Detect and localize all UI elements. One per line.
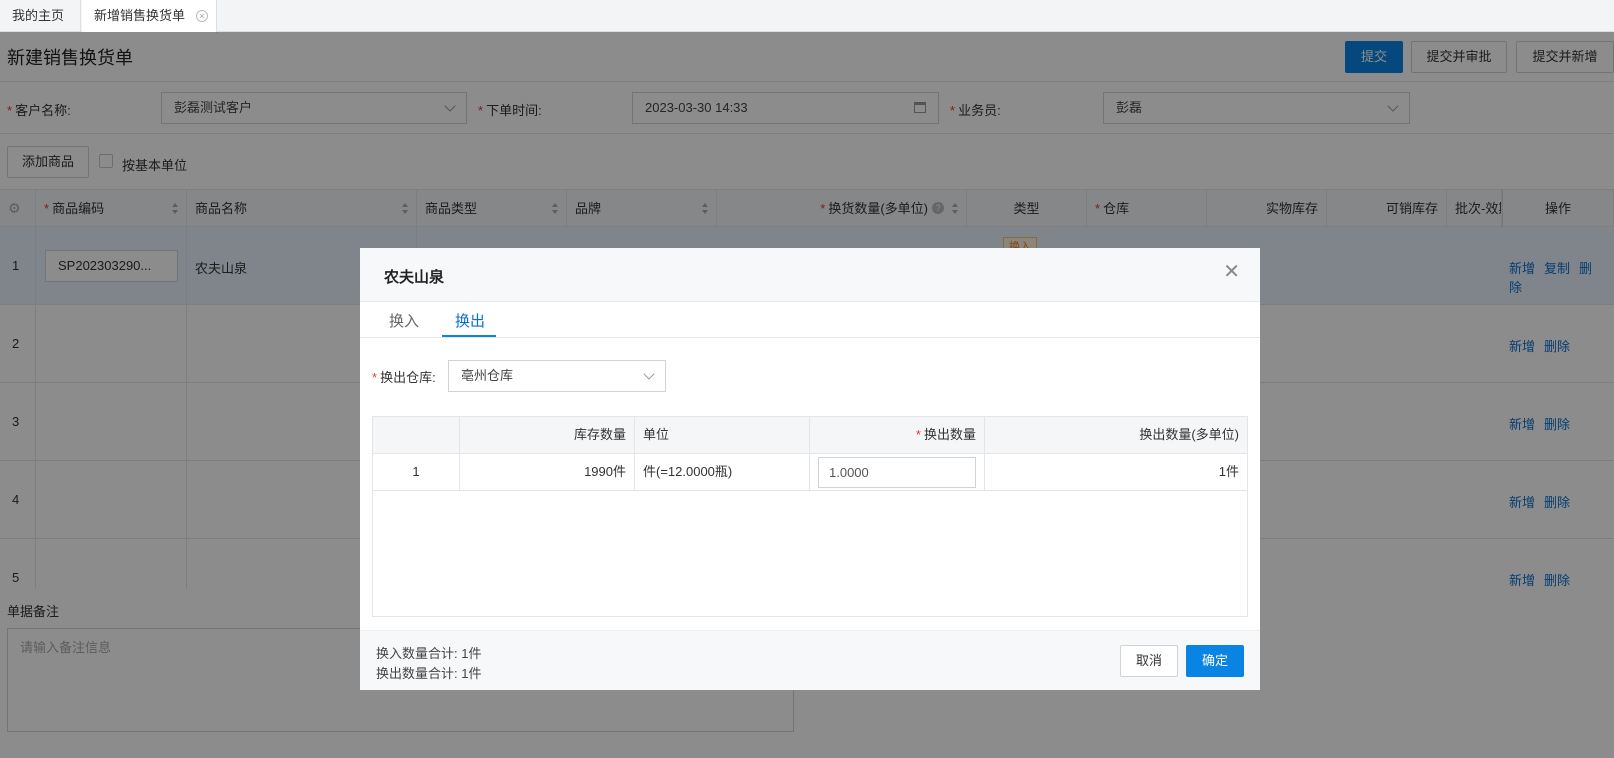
tab-indicator [442, 335, 496, 337]
cancel-button[interactable]: 取消 [1120, 645, 1178, 677]
warehouse-select[interactable]: 亳州仓库 [448, 360, 666, 392]
stock-qty: 1990件 [460, 454, 635, 491]
ok-button[interactable]: 确定 [1186, 645, 1244, 677]
tab-new-exchange-order[interactable]: 新增销售换货单 × [82, 0, 217, 33]
modal-footer: 换入数量合计: 1件 换出数量合计: 1件 取消 确定 [360, 630, 1260, 690]
col-index [373, 417, 460, 454]
col-stock-qty: 库存数量 [460, 417, 635, 454]
tab-in[interactable]: 换入 [389, 310, 419, 331]
row-index: 1 [373, 454, 460, 491]
product-modal: 农夫山泉 ✕ 换入 换出 * 换出仓库: 亳州仓库 库存数量 单位 * 换出数量 换… [360, 248, 1260, 690]
col-unit: 单位 [635, 417, 810, 454]
col-out-qty: * 换出数量 [810, 417, 985, 454]
col-out-qty-multi: 换出数量(多单位) [985, 417, 1247, 454]
unit-value: 件(=12.0000瓶) [635, 454, 810, 491]
close-icon[interactable]: × [196, 10, 208, 22]
exchange-out-table: 库存数量 单位 * 换出数量 换出数量(多单位) 1 1990件 件(=12.00… [372, 416, 1248, 617]
out-qty-cell: 1.0000 [810, 454, 985, 491]
modal-tabs: 换入 换出 [360, 302, 1260, 338]
tab-label: 新增销售换货单 [94, 8, 186, 23]
close-icon[interactable]: ✕ [1223, 262, 1240, 282]
modal-header: 农夫山泉 ✕ [360, 248, 1260, 302]
modal-title: 农夫山泉 [384, 269, 445, 286]
tab-out[interactable]: 换出 [455, 310, 485, 331]
chevron-down-icon [643, 368, 655, 380]
tab-home[interactable]: 我的主页 [0, 0, 81, 32]
tab-bar: 我的主页 新增销售换货单 × [0, 0, 1614, 33]
sum-out: 换出数量合计: 1件 [376, 666, 482, 681]
warehouse-label: * 换出仓库: [372, 370, 436, 385]
out-qty-multi: 1件 [985, 454, 1247, 491]
out-qty-input[interactable]: 1.0000 [818, 457, 976, 488]
sum-in: 换入数量合计: 1件 [376, 646, 482, 661]
